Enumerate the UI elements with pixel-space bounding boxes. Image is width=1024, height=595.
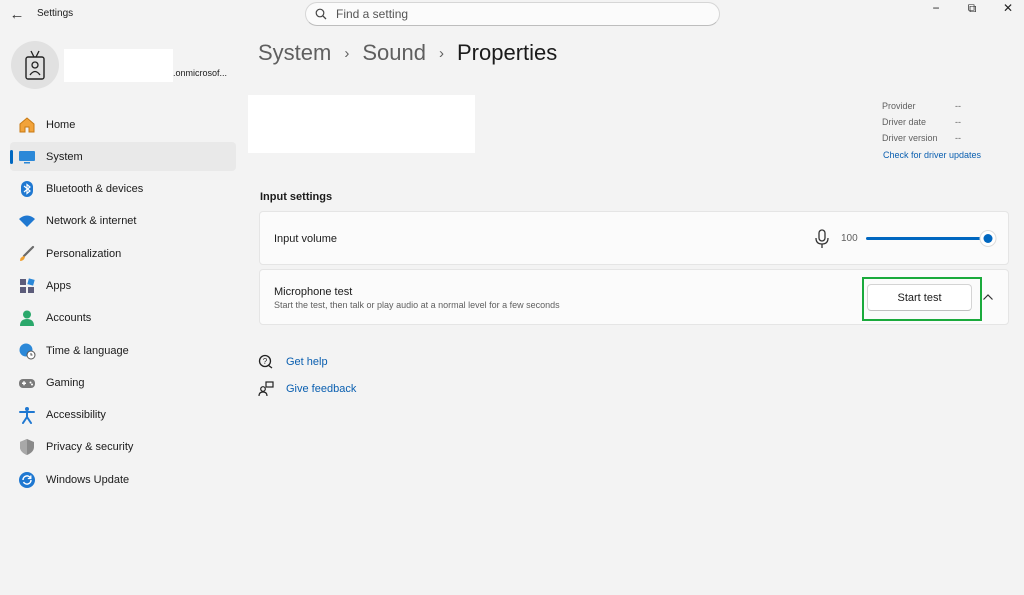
close-icon: ✕ [1002,1,1014,15]
breadcrumb: System › Sound › Properties [258,40,557,66]
close-button[interactable]: ✕ [990,0,1024,16]
maximize-button[interactable]: ⧉ [954,0,990,16]
back-arrow-icon: ← [9,5,25,23]
search-input[interactable] [336,7,696,21]
driver-version-label: Driver version [882,133,938,143]
sidebar-item-gaming[interactable]: Gaming [10,368,236,397]
breadcrumb-system[interactable]: System [258,40,331,66]
microphone-icon[interactable] [814,229,830,249]
bluetooth-icon [18,180,36,198]
sidebar-item-system[interactable]: System [10,142,236,172]
sidebar-item-privacy[interactable]: Privacy & security [10,433,236,462]
gamepad-icon [18,374,36,392]
give-feedback-label[interactable]: Give feedback [286,383,356,395]
sidebar-item-network[interactable]: Network & internet [10,207,236,236]
driver-provider-value: -- [955,101,961,111]
sidebar-item-personalization[interactable]: Personalization [10,239,236,268]
update-icon [18,471,36,489]
sidebar-item-label: Bluetooth & devices [46,183,144,196]
driver-version-row: Driver version -- [882,133,961,149]
badge-person-icon [25,50,45,80]
start-test-button[interactable]: Start test [867,284,972,311]
person-icon [18,309,36,327]
give-feedback-link[interactable]: Give feedback [258,381,356,397]
sidebar-item-label: Network & internet [46,215,137,228]
globe-clock-icon [18,342,36,360]
input-volume-slider[interactable] [866,229,997,249]
sidebar-item-label: Gaming [46,376,85,389]
apps-icon [18,277,36,295]
sidebar-item-label: Windows Update [46,473,130,486]
search-icon [306,8,336,20]
driver-version-value: -- [955,133,961,143]
input-settings-heading: Input settings [260,191,333,203]
home-icon [18,116,36,134]
sidebar-item-label: Personalization [46,247,122,260]
sidebar-item-time-language[interactable]: Time & language [10,336,236,365]
system-icon [18,148,36,166]
sidebar-item-accessibility[interactable]: Accessibility [10,401,236,430]
get-help-link[interactable]: ? Get help [258,354,328,370]
brush-icon [18,245,36,263]
sidebar-item-apps[interactable]: Apps [10,271,236,300]
back-button[interactable]: ← [6,4,28,24]
driver-date-row: Driver date -- [882,117,961,133]
device-name-redacted [248,95,475,153]
account-name-redacted [64,49,173,82]
page-title: Properties [456,40,558,65]
input-volume-card: Input volume 100 [259,211,1009,265]
feedback-icon [258,381,274,397]
microphone-test-description: Start the test, then talk or play audio … [274,300,560,310]
chevron-up-icon[interactable] [981,290,995,304]
sidebar-item-label: Apps [46,279,72,292]
microphone-test-label: Microphone test [274,286,353,298]
app-title: Settings [37,8,74,19]
minimize-button[interactable]: − [918,0,954,16]
chevron-right-icon: › [438,44,444,62]
minimize-icon: − [932,1,940,15]
driver-date-label: Driver date [882,117,927,127]
slider-track[interactable] [866,237,988,240]
maximize-icon: ⧉ [967,0,977,15]
svg-text:?: ? [263,357,268,366]
shield-icon [18,438,36,456]
check-driver-updates-link[interactable]: Check for driver updates [883,150,981,160]
slider-thumb[interactable] [979,230,997,247]
help-chat-icon: ? [258,354,274,370]
input-volume-label: Input volume [274,233,337,245]
sidebar-item-label: Accounts [46,312,92,325]
accessibility-icon [18,406,36,425]
sidebar-item-label: Accessibility [46,409,106,422]
sidebar-item-label: Home [46,118,76,131]
search-box[interactable] [305,2,720,26]
account-email: .onmicrosof... [173,68,228,78]
driver-provider-row: Provider -- [882,101,961,117]
sidebar-item-windows-update[interactable]: Windows Update [10,465,236,494]
avatar[interactable] [11,41,59,89]
input-volume-value: 100 [841,233,858,244]
chevron-right-icon: › [344,44,350,62]
driver-info: Provider -- Driver date -- Driver versio… [882,101,961,149]
driver-provider-label: Provider [882,101,916,111]
sidebar-item-label: System [46,150,83,163]
sidebar-item-label: Privacy & security [46,441,134,454]
sidebar-item-bluetooth[interactable]: Bluetooth & devices [10,175,236,204]
sidebar-item-label: Time & language [46,344,129,357]
sidebar-item-accounts[interactable]: Accounts [10,304,236,333]
sidebar-item-home[interactable]: Home [10,110,236,139]
title-bar: ← Settings − ⧉ ✕ [0,0,1024,30]
sidebar-nav: Home System Bluetooth & devices Network … [10,110,236,498]
get-help-label[interactable]: Get help [286,356,328,368]
driver-date-value: -- [955,117,961,127]
wifi-icon [18,212,36,230]
breadcrumb-sound[interactable]: Sound [362,40,426,66]
